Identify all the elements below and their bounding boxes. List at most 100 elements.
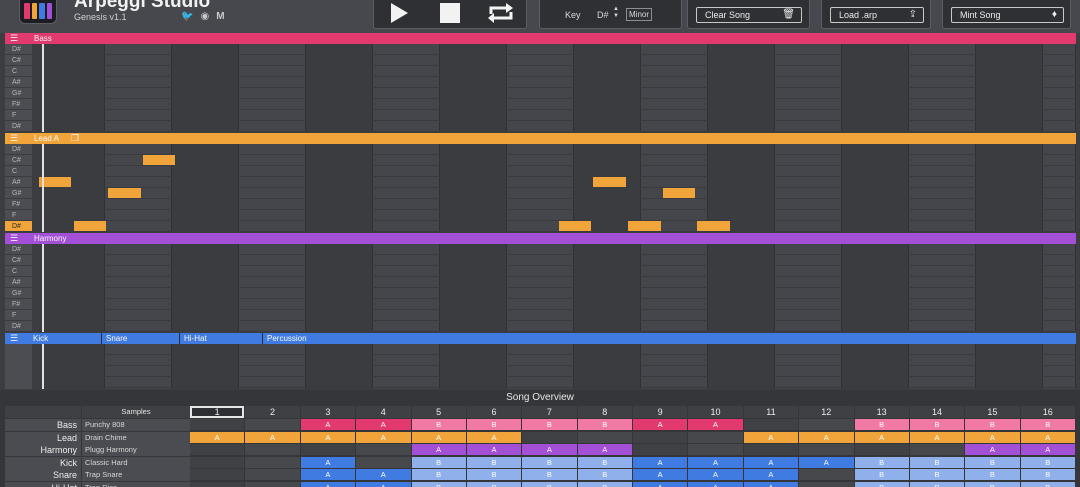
- overview-pattern-cell[interactable]: A: [356, 481, 411, 487]
- overview-column-10[interactable]: 10: [688, 406, 743, 418]
- step-cells[interactable]: [38, 144, 1076, 232]
- step-row[interactable]: [38, 110, 1076, 121]
- key-mode-select[interactable]: Minor: [626, 8, 653, 21]
- overview-pattern-cell[interactable]: B: [577, 481, 632, 487]
- active-note[interactable]: [73, 221, 107, 231]
- overview-pattern-cell[interactable]: B: [466, 481, 522, 487]
- playhead[interactable]: [42, 344, 44, 389]
- overview-sample-select[interactable]: Plugg Harmony: [82, 444, 190, 456]
- step-row[interactable]: [38, 44, 1076, 55]
- overview-pattern-cell[interactable]: A: [743, 431, 799, 443]
- overview-pattern-cell[interactable]: A: [522, 444, 577, 455]
- overview-pattern-cell[interactable]: A: [854, 431, 909, 443]
- step-row[interactable]: [38, 77, 1076, 88]
- lead-track-bar[interactable]: ☰ Lead A ❐: [5, 133, 1076, 144]
- overview-pattern-cell[interactable]: A: [743, 456, 799, 468]
- overview-pattern-cell[interactable]: A: [633, 481, 688, 487]
- step-row[interactable]: [38, 66, 1076, 77]
- step-row[interactable]: [38, 88, 1076, 99]
- overview-pattern-cell[interactable]: A: [300, 469, 356, 480]
- overview-pattern-cell[interactable]: B: [411, 456, 466, 468]
- step-row[interactable]: [38, 377, 1076, 388]
- overview-pattern-cell[interactable]: A: [300, 481, 356, 487]
- overview-pattern-cell[interactable]: [799, 444, 854, 455]
- overview-pattern-cell[interactable]: A: [633, 419, 688, 430]
- overview-pattern-cell[interactable]: B: [909, 456, 965, 468]
- overview-column-8[interactable]: 8: [577, 406, 632, 418]
- drum-tab-snare[interactable]: Snare: [102, 333, 180, 344]
- overview-pattern-cell[interactable]: [799, 419, 854, 430]
- step-row[interactable]: [38, 244, 1076, 255]
- overview-pattern-cell[interactable]: A: [965, 444, 1020, 455]
- step-row[interactable]: [38, 177, 1076, 188]
- overview-pattern-cell[interactable]: B: [1020, 419, 1075, 430]
- overview-pattern-cell[interactable]: B: [909, 469, 965, 480]
- harmony-track-bar[interactable]: ☰ Harmony: [5, 233, 1076, 244]
- playhead[interactable]: [42, 44, 44, 132]
- step-row[interactable]: [38, 221, 1076, 232]
- step-row[interactable]: [38, 210, 1076, 221]
- step-row[interactable]: [38, 144, 1076, 155]
- overview-pattern-cell[interactable]: B: [577, 469, 632, 480]
- step-row[interactable]: [38, 99, 1076, 110]
- active-note[interactable]: [697, 221, 730, 231]
- overview-pattern-cell[interactable]: [522, 431, 577, 443]
- overview-pattern-cell[interactable]: A: [688, 456, 743, 468]
- overview-column-9[interactable]: 9: [633, 406, 688, 418]
- overview-pattern-cell[interactable]: [854, 444, 909, 455]
- step-row[interactable]: [38, 288, 1076, 299]
- discord-icon[interactable]: ◉: [200, 11, 209, 23]
- overview-sample-select[interactable]: Trap Rice: [82, 481, 190, 487]
- step-row[interactable]: [38, 299, 1076, 310]
- clear-song-button[interactable]: Clear Song 🗑: [696, 7, 802, 23]
- overview-pattern-cell[interactable]: A: [300, 456, 356, 468]
- overview-pattern-cell[interactable]: A: [190, 431, 245, 443]
- overview-column-12[interactable]: 12: [799, 406, 854, 418]
- step-row[interactable]: [38, 55, 1076, 66]
- overview-pattern-cell[interactable]: A: [633, 469, 688, 480]
- overview-pattern-cell[interactable]: A: [1020, 444, 1075, 455]
- drum-step-grid[interactable]: [5, 344, 1076, 389]
- overview-pattern-cell[interactable]: B: [466, 456, 522, 468]
- overview-sample-select[interactable]: Trap Snare: [82, 469, 190, 481]
- medium-icon[interactable]: M: [216, 11, 224, 23]
- overview-pattern-cell[interactable]: [245, 481, 300, 487]
- step-row[interactable]: [38, 199, 1076, 210]
- overview-pattern-cell[interactable]: B: [522, 456, 577, 468]
- overview-pattern-cell[interactable]: B: [466, 419, 522, 430]
- overview-column-1[interactable]: 1: [190, 406, 245, 418]
- step-row[interactable]: [38, 344, 1076, 355]
- twitter-icon[interactable]: 🐦: [181, 11, 193, 23]
- overview-pattern-cell[interactable]: A: [356, 431, 411, 443]
- overview-pattern-cell[interactable]: [743, 419, 799, 430]
- bass-track-bar[interactable]: ☰ Bass: [5, 33, 1076, 44]
- overview-pattern-cell[interactable]: B: [965, 419, 1020, 430]
- overview-column-14[interactable]: 14: [909, 406, 965, 418]
- overview-pattern-cell[interactable]: [245, 456, 300, 468]
- overview-pattern-cell[interactable]: A: [466, 444, 522, 455]
- step-row[interactable]: [38, 310, 1076, 321]
- overview-pattern-cell[interactable]: A: [356, 469, 411, 480]
- mixer-icon[interactable]: ☰: [10, 233, 18, 244]
- overview-pattern-cell[interactable]: A: [688, 469, 743, 480]
- active-note[interactable]: [628, 221, 661, 231]
- mixer-icon[interactable]: ☰: [10, 33, 18, 44]
- overview-pattern-cell[interactable]: A: [1020, 431, 1075, 443]
- overview-pattern-cell[interactable]: A: [411, 444, 466, 455]
- overview-pattern-cell[interactable]: A: [633, 456, 688, 468]
- overview-pattern-cell[interactable]: [190, 481, 245, 487]
- overview-pattern-cell[interactable]: [300, 444, 356, 455]
- overview-pattern-cell[interactable]: [743, 444, 799, 455]
- step-row[interactable]: [38, 121, 1076, 132]
- overview-pattern-cell[interactable]: B: [909, 481, 965, 487]
- load-arp-button[interactable]: Load .arp ⇪: [830, 7, 924, 23]
- lead-note-grid[interactable]: D# C# C A# G# F# F D#: [5, 144, 1076, 232]
- overview-column-11[interactable]: 11: [743, 406, 799, 418]
- playhead[interactable]: [42, 244, 44, 332]
- mixer-icon[interactable]: ☰: [10, 333, 18, 344]
- step-row[interactable]: [38, 155, 1076, 166]
- overview-pattern-cell[interactable]: A: [688, 481, 743, 487]
- overview-pattern-cell[interactable]: [190, 419, 245, 430]
- overview-column-5[interactable]: 5: [411, 406, 466, 418]
- overview-pattern-cell[interactable]: A: [743, 481, 799, 487]
